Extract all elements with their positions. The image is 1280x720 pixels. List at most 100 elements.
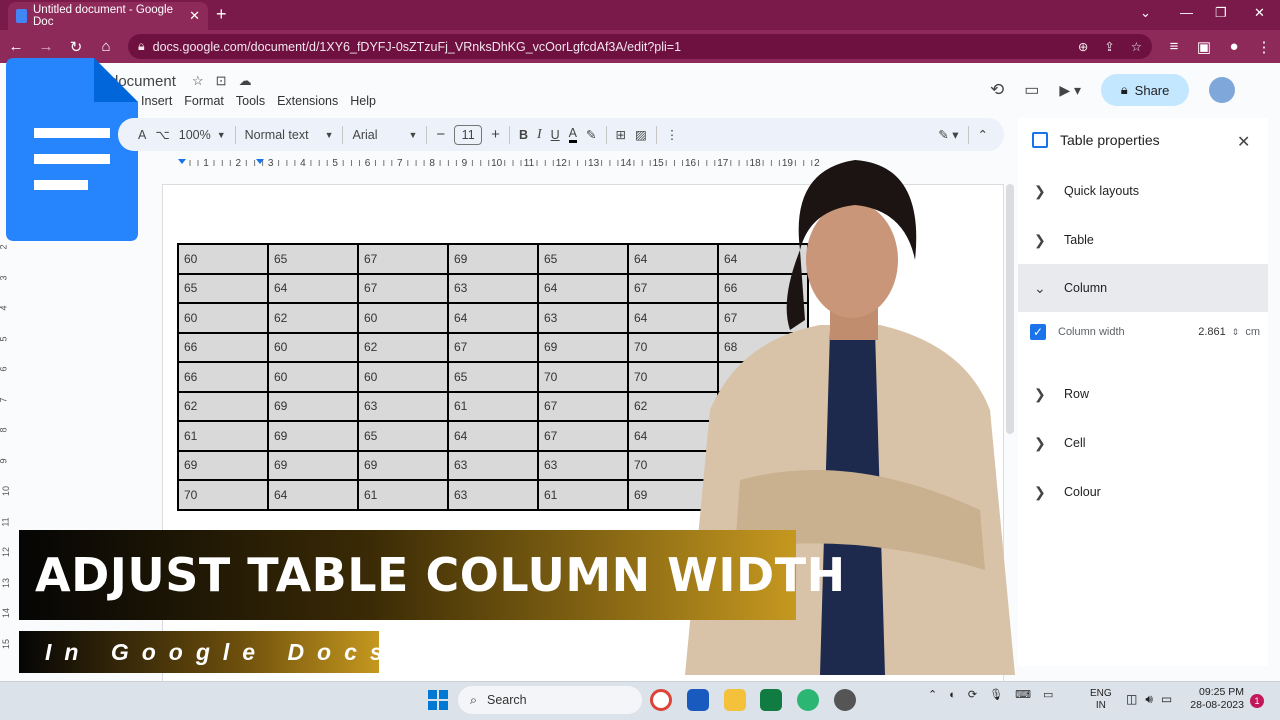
table-cell[interactable]: 69 bbox=[447, 243, 539, 275]
table-cell[interactable]: 64 bbox=[537, 272, 629, 304]
url-input[interactable]: 🔒︎ docs.google.com/document/d/1XY6_fDYFJ… bbox=[128, 34, 1152, 59]
table-cell[interactable]: 63 bbox=[357, 390, 449, 422]
taskbar-clock[interactable]: 09:25 PM 28-08-2023 bbox=[1186, 686, 1244, 712]
table-cell[interactable]: 60 bbox=[177, 302, 269, 334]
account-avatar[interactable] bbox=[1209, 77, 1236, 103]
table-cell[interactable]: 70 bbox=[537, 361, 629, 393]
section-column[interactable]: ⌄ Column bbox=[1018, 264, 1268, 312]
home-icon[interactable]: ⌂ bbox=[98, 38, 114, 55]
style-select[interactable]: Normal text ▼ bbox=[245, 128, 334, 142]
collapse-menus-icon[interactable]: ⌃ bbox=[978, 127, 988, 142]
tray-app-icon[interactable]: ◐ bbox=[949, 689, 956, 701]
decrease-font-size-button[interactable]: − bbox=[436, 126, 445, 143]
underline-button[interactable]: U bbox=[551, 128, 560, 142]
table-cell[interactable]: 61 bbox=[177, 420, 269, 452]
insert-comment-icon[interactable]: ⊞ bbox=[616, 127, 626, 142]
font-select[interactable]: Arial ▼ bbox=[352, 128, 417, 142]
tray-chevron-icon[interactable]: ⌃ bbox=[928, 688, 937, 701]
media-icon[interactable]: ≡ bbox=[1166, 38, 1182, 55]
table-cell[interactable]: 64 bbox=[447, 302, 539, 334]
column-width-stepper[interactable]: 2.861 ⇕ cm bbox=[1198, 326, 1260, 338]
keyboard-icon[interactable]: ⌨ bbox=[1015, 688, 1031, 701]
panel-close-button[interactable]: ✕ bbox=[1237, 132, 1250, 152]
bold-button[interactable]: B bbox=[519, 128, 528, 142]
section-table[interactable]: ❯ Table bbox=[1018, 216, 1268, 264]
section-colour[interactable]: ❯ Colour bbox=[1018, 468, 1268, 516]
section-cell[interactable]: ❯ Cell bbox=[1018, 419, 1268, 467]
insert-image-icon[interactable]: ▨ bbox=[635, 127, 647, 142]
word-app-icon[interactable] bbox=[687, 689, 709, 711]
move-folder-icon[interactable]: ⊡ bbox=[216, 73, 227, 89]
tab-close-icon[interactable]: ✕ bbox=[189, 8, 200, 24]
notification-badge[interactable]: 1 bbox=[1250, 694, 1264, 708]
version-history-icon[interactable]: ⟲ bbox=[990, 80, 1004, 100]
section-quick-layouts[interactable]: ❯ Quick layouts bbox=[1018, 167, 1268, 215]
table-cell[interactable]: 62 bbox=[177, 390, 269, 422]
table-cell[interactable]: 69 bbox=[537, 331, 629, 363]
editing-mode-icon[interactable]: ✎ ▾ bbox=[938, 127, 958, 142]
sidepanel-icon[interactable]: ▣ bbox=[1196, 38, 1212, 56]
edge-app-icon[interactable] bbox=[797, 689, 819, 711]
table-cell[interactable]: 64 bbox=[267, 272, 359, 304]
cloud-status-icon[interactable]: ☁ bbox=[239, 73, 252, 89]
share-page-icon[interactable]: ⇪ bbox=[1104, 39, 1114, 54]
wifi-icon[interactable]: ◫ bbox=[1126, 692, 1137, 707]
table-cell[interactable]: 62 bbox=[267, 302, 359, 334]
input-language[interactable]: ENG IN bbox=[1090, 688, 1112, 712]
zoom-select[interactable]: 100% ▼ bbox=[179, 128, 226, 142]
table-cell[interactable]: 67 bbox=[537, 390, 629, 422]
browser-menu-icon[interactable]: ⋮ bbox=[1256, 38, 1272, 56]
table-cell[interactable]: 63 bbox=[537, 449, 629, 481]
share-button[interactable]: 🔒︎ Share bbox=[1101, 74, 1190, 106]
table-cell[interactable]: 61 bbox=[357, 479, 449, 511]
menu-insert[interactable]: Insert bbox=[141, 94, 172, 108]
menu-format[interactable]: Format bbox=[184, 94, 224, 108]
font-size-input[interactable]: 11 bbox=[454, 124, 483, 145]
profile-icon[interactable]: ● bbox=[1226, 38, 1242, 55]
column-width-value[interactable]: 2.861 bbox=[1198, 326, 1226, 338]
back-icon[interactable]: ← bbox=[8, 38, 24, 55]
table-cell[interactable]: 65 bbox=[537, 243, 629, 275]
table-cell[interactable]: 64 bbox=[447, 420, 539, 452]
table-cell[interactable]: 62 bbox=[357, 331, 449, 363]
forward-icon[interactable]: → bbox=[38, 38, 54, 55]
table-cell[interactable]: 70 bbox=[177, 479, 269, 511]
spellcheck-icon[interactable]: A bbox=[138, 128, 146, 142]
new-tab-button[interactable]: + bbox=[216, 4, 227, 25]
table-cell[interactable]: 63 bbox=[537, 302, 629, 334]
table-cell[interactable]: 65 bbox=[357, 420, 449, 452]
volume-icon[interactable]: 🔊︎ bbox=[1145, 692, 1153, 707]
windows-start-icon[interactable] bbox=[428, 690, 448, 710]
table-cell[interactable]: 61 bbox=[537, 479, 629, 511]
vertical-ruler[interactable]: 2 3 4 5 6 7 8 9 10 11 12 13 14 15 bbox=[0, 242, 14, 682]
table-cell[interactable]: 65 bbox=[447, 361, 539, 393]
maximize-button[interactable]: ❐ bbox=[1215, 5, 1227, 21]
sync-icon[interactable]: ⟳ bbox=[968, 688, 977, 701]
table-cell[interactable]: 66 bbox=[177, 331, 269, 363]
chrome-app-icon[interactable] bbox=[650, 689, 672, 711]
table-cell[interactable]: 60 bbox=[267, 331, 359, 363]
comments-icon[interactable]: ▭ bbox=[1024, 80, 1039, 100]
paint-format-icon[interactable]: ⌥ bbox=[155, 127, 169, 142]
reload-icon[interactable]: ↻ bbox=[68, 38, 84, 56]
table-cell[interactable]: 67 bbox=[447, 331, 539, 363]
section-row[interactable]: ❯ Row bbox=[1018, 370, 1268, 418]
table-cell[interactable]: 63 bbox=[447, 272, 539, 304]
italic-button[interactable]: I bbox=[537, 127, 542, 143]
tab-search-icon[interactable]: ⌄ bbox=[1140, 5, 1151, 21]
battery-icon[interactable]: ▭ bbox=[1161, 692, 1172, 707]
menu-tools[interactable]: Tools bbox=[236, 94, 265, 108]
column-width-checkbox[interactable]: ✓ bbox=[1030, 324, 1046, 340]
more-options-icon[interactable]: ⋮ bbox=[666, 127, 679, 142]
menu-extensions[interactable]: Extensions bbox=[277, 94, 338, 108]
table-cell[interactable]: 69 bbox=[267, 420, 359, 452]
table-cell[interactable]: 63 bbox=[447, 479, 539, 511]
text-color-button[interactable]: A bbox=[568, 126, 578, 143]
obs-app-icon[interactable] bbox=[834, 689, 856, 711]
table-cell[interactable]: 60 bbox=[267, 361, 359, 393]
table-cell[interactable]: 65 bbox=[267, 243, 359, 275]
star-icon[interactable]: ☆ bbox=[192, 73, 204, 89]
table-cell[interactable]: 63 bbox=[447, 449, 539, 481]
table-cell[interactable]: 67 bbox=[357, 243, 449, 275]
table-cell[interactable]: 69 bbox=[177, 449, 269, 481]
